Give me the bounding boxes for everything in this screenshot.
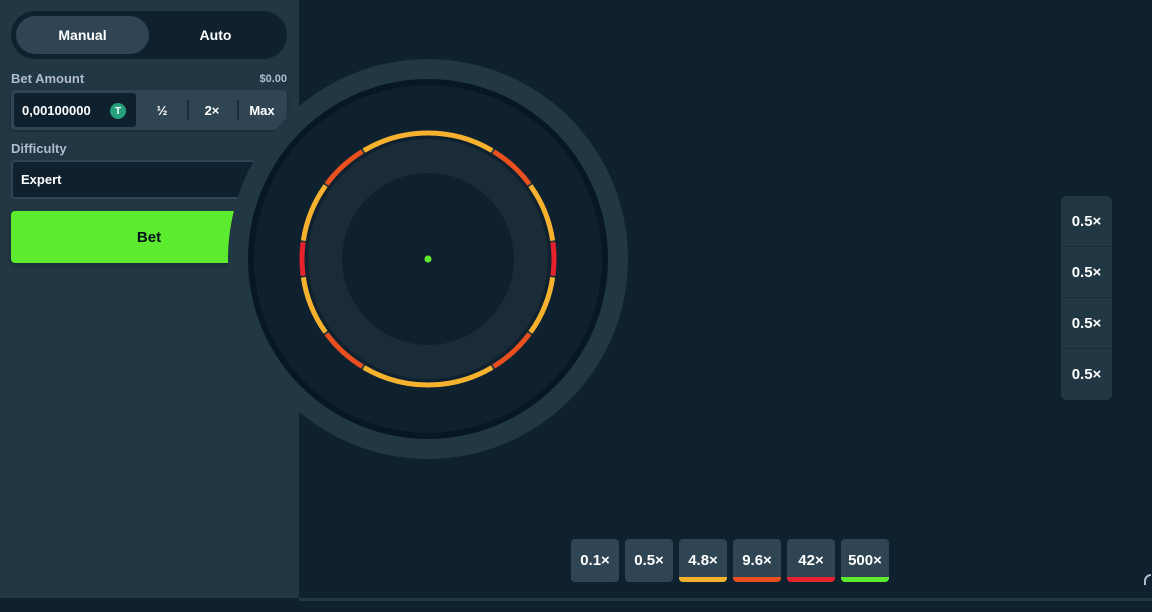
multiplier-chip-bar <box>841 577 889 582</box>
bet-amount-label: Bet Amount <box>11 71 85 86</box>
multiplier-chip-label: 42× <box>798 552 824 569</box>
multiplier-chip-label: 500× <box>848 552 882 569</box>
wheel-center-dot <box>424 255 432 263</box>
multiplier-chip-label: 0.5× <box>634 552 664 569</box>
multiplier-chip: 500× <box>841 539 889 582</box>
refresh-icon[interactable] <box>1142 571 1152 591</box>
bet-amount-field-wrap: T <box>13 92 137 128</box>
difficulty-label: Difficulty <box>11 141 67 156</box>
side-multiplier: 0.5× <box>1061 298 1112 349</box>
multiplier-chip-bar <box>679 577 727 582</box>
bet-amount-input[interactable] <box>22 102 104 118</box>
mode-toggle: Manual Auto <box>11 11 287 59</box>
multiplier-chip: 42× <box>787 539 835 582</box>
auto-tab[interactable]: Auto <box>149 16 282 54</box>
multiplier-chips: 0.1× 0.5× 4.8× 9.6× 42× 500× <box>571 539 889 582</box>
wheel-segment <box>299 242 306 276</box>
multiplier-chip-bar <box>787 577 835 582</box>
side-multiplier: 0.5× <box>1061 196 1112 247</box>
multiplier-chip-label: 0.1× <box>580 552 610 569</box>
multiplier-chip: 0.1× <box>571 539 619 582</box>
side-multiplier: 0.5× <box>1061 247 1112 298</box>
multiplier-chip-label: 9.6× <box>742 552 772 569</box>
side-multiplier-list: 0.5× 0.5× 0.5× 0.5× <box>1061 196 1112 400</box>
wheel-segment <box>550 242 557 276</box>
manual-tab[interactable]: Manual <box>16 16 149 54</box>
footer-divider <box>299 598 1152 601</box>
tether-icon: T <box>110 103 126 119</box>
difficulty-value: Expert <box>21 172 62 187</box>
half-bet-button[interactable]: ½ <box>137 90 187 130</box>
multiplier-chip: 9.6× <box>733 539 781 582</box>
multiplier-chip-bar <box>733 577 781 582</box>
wheel <box>228 59 628 459</box>
side-multiplier: 0.5× <box>1071 366 1102 383</box>
multiplier-chip-label: 4.8× <box>688 552 718 569</box>
multiplier-chip: 4.8× <box>679 539 727 582</box>
multiplier-chip: 0.5× <box>625 539 673 582</box>
